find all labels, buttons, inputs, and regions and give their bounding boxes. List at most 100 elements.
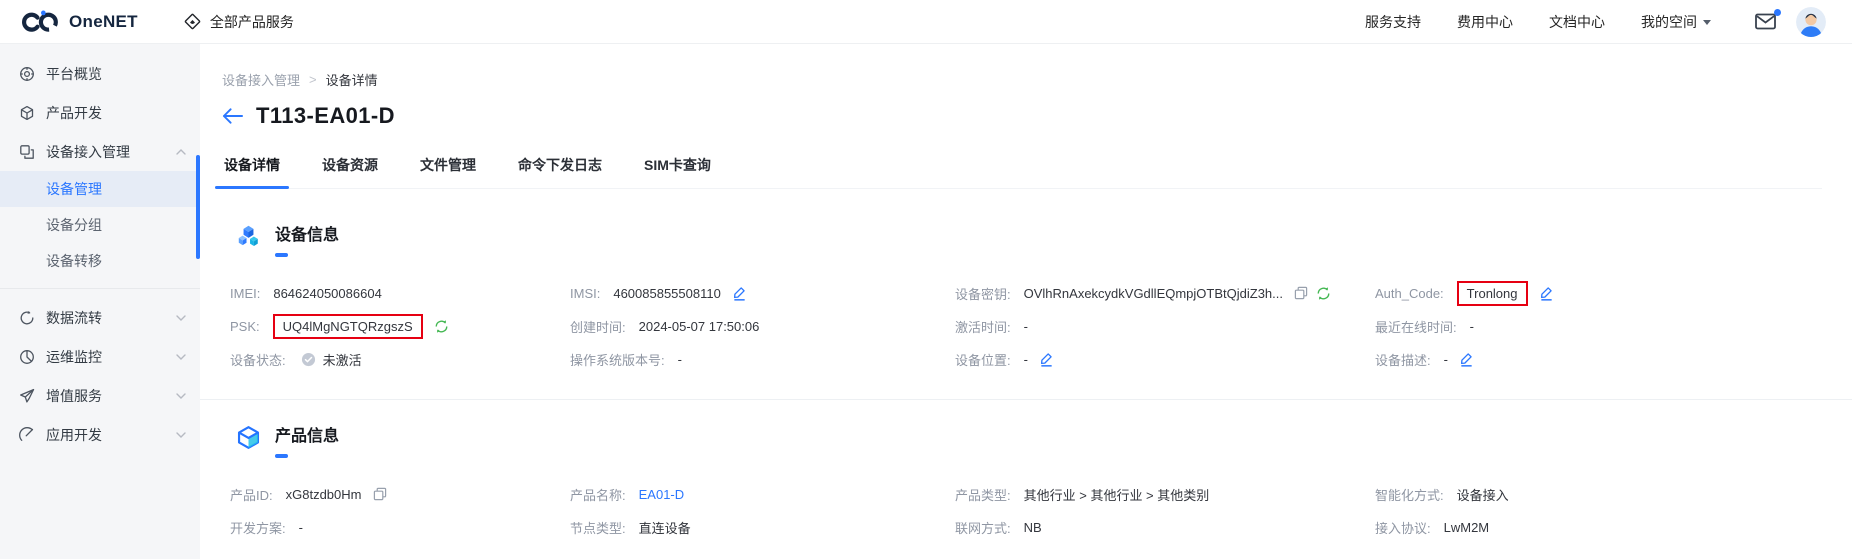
user-avatar[interactable] (1796, 6, 1826, 37)
field-os-version: 操作系统版本号: - (570, 351, 682, 368)
field-access-protocol: 接入协议: LwM2M (1375, 519, 1490, 536)
notification-dot (1774, 9, 1781, 16)
field-psk: PSK: UQ4lMgNGTQRzgszS (230, 313, 570, 339)
chevron-down-icon (176, 314, 186, 321)
title-row: T113-EA01-D (222, 101, 1822, 131)
edit-location-icon[interactable] (1039, 351, 1054, 367)
field-created-time: 创建时间: 2024-05-07 17:50:06 (570, 318, 760, 335)
device-info-fields: IMEI: 864624050086604 IMSI: 460085855508… (230, 280, 1822, 369)
refresh-secret-icon[interactable] (1316, 286, 1331, 301)
product-info-title: 产品信息 (275, 428, 340, 445)
breadcrumb-current: 设备详情 (325, 73, 378, 88)
sidebar-item-device-groups[interactable]: 设备分组 (0, 207, 200, 243)
sidebar-divider (0, 288, 200, 289)
field-product-id: 产品ID: xG8tzdb0Hm (230, 484, 570, 504)
breadcrumb-separator: > (309, 72, 317, 87)
sidebar-item-app-dev[interactable]: 应用开发 (0, 415, 200, 454)
nav-service-support[interactable]: 服务支持 (1365, 12, 1421, 32)
field-dev-plan: 开发方案: - (230, 519, 303, 536)
tab-sim-query[interactable]: SIM卡查询 (642, 155, 713, 188)
nav-billing-center[interactable]: 费用中心 (1457, 12, 1513, 32)
tab-file-management[interactable]: 文件管理 (418, 155, 478, 188)
top-nav: 服务支持 费用中心 文档中心 我的空间 (1365, 12, 1711, 32)
field-device-location: 设备位置: - (955, 349, 1375, 369)
onenet-logo[interactable]: OneNET (22, 10, 138, 34)
all-products-menu[interactable]: 全部产品服务 (184, 12, 294, 32)
field-last-online-time: 最近在线时间: - (1375, 318, 1474, 335)
section-divider (200, 399, 1852, 400)
top-icons (1755, 6, 1826, 37)
sidebar-item-data-flow[interactable]: 数据流转 (0, 298, 200, 337)
sidebar-item-value-services[interactable]: 增值服务 (0, 376, 200, 415)
tab-device-resources[interactable]: 设备资源 (320, 155, 380, 188)
auth-code-highlight: Tronlong (1456, 280, 1528, 306)
top-header: OneNET 全部产品服务 服务支持 费用中心 文档中心 我的空间 (0, 0, 1852, 44)
field-device-description: 设备描述: - (1375, 349, 1822, 369)
paper-plane-icon (20, 388, 35, 403)
copy-product-id-icon[interactable] (373, 487, 387, 501)
tab-device-details[interactable]: 设备详情 (215, 155, 289, 189)
field-smart-mode: 智能化方式: 设备接入 (1375, 487, 1509, 503)
field-product-name: 产品名称: EA01-D (570, 486, 685, 503)
mail-icon[interactable] (1755, 9, 1781, 30)
edit-auth-code-icon[interactable] (1539, 285, 1554, 301)
field-imsi: IMSI: 460085855508110 (570, 283, 955, 303)
field-imei: IMEI: 864624050086604 (230, 285, 382, 301)
nav-my-space[interactable]: 我的空间 (1641, 12, 1711, 32)
product-name-link[interactable]: EA01-D (639, 487, 685, 502)
section-title-dash (275, 253, 288, 257)
product-info-section: 产品信息 产品ID: xG8tzdb0Hm 产品名称: EA01-D 产品类型:… (222, 424, 1822, 537)
chevron-down-icon (176, 353, 186, 360)
field-node-type: 节点类型: 直连设备 (570, 520, 691, 536)
refresh-psk-icon[interactable] (434, 319, 449, 334)
cube-icon (20, 105, 34, 120)
sidebar: 平台概览 产品开发 设备接入管理 设备管理 设备分组 设备转移 数据流转 运维监… (0, 44, 200, 559)
sidebar-item-ops-monitor[interactable]: 运维监控 (0, 337, 200, 376)
device-info-cubes-icon (238, 225, 258, 247)
product-info-header: 产品信息 (222, 424, 1822, 458)
chevron-down-icon (1703, 20, 1711, 25)
product-info-cube-icon (237, 426, 260, 449)
status-badge: 未激活 (322, 352, 362, 368)
device-info-title: 设备信息 (275, 227, 340, 244)
section-title-dash (275, 454, 288, 458)
back-button[interactable] (222, 108, 243, 124)
products-diamond-icon (184, 13, 201, 30)
device-info-section: 设备信息 IMEI: 864624050086604 IMSI: 4600858… (222, 223, 1822, 369)
overview-icon (20, 66, 34, 81)
field-device-status: 设备状态: 未激活 (230, 349, 570, 369)
chevron-down-icon (176, 392, 186, 399)
breadcrumb-parent[interactable]: 设备接入管理 (222, 70, 300, 89)
nav-docs-center[interactable]: 文档中心 (1549, 12, 1605, 32)
status-inactive-icon (301, 352, 315, 366)
field-network-mode: 联网方式: NB (955, 519, 1042, 536)
data-flow-icon (20, 310, 34, 324)
sidebar-item-device-management[interactable]: 设备管理 (0, 171, 200, 207)
psk-highlight: UQ4lMgNGTQRzgszS (272, 313, 423, 339)
breadcrumb: 设备接入管理 > 设备详情 (222, 70, 1822, 89)
edit-imsi-icon[interactable] (732, 285, 747, 301)
device-access-icon (20, 144, 34, 159)
chevron-up-icon (176, 148, 186, 155)
onenet-logo-icon (22, 10, 58, 32)
field-product-type: 产品类型: 其他行业 > 其他行业 > 其他类别 (955, 487, 1210, 503)
main-content: 设备接入管理 > 设备详情 T113-EA01-D 设备详情 设备资源 文件管理… (200, 44, 1852, 559)
all-products-label: 全部产品服务 (209, 13, 294, 30)
logo-text: OneNET (69, 11, 138, 31)
sidebar-item-product-dev[interactable]: 产品开发 (0, 93, 200, 132)
app-dev-icon (19, 426, 34, 441)
product-info-fields: 产品ID: xG8tzdb0Hm 产品名称: EA01-D 产品类型: 其他行业… (230, 484, 1822, 537)
field-activated-time: 激活时间: - (955, 318, 1028, 335)
copy-secret-icon[interactable] (1294, 286, 1308, 300)
field-auth-code: Auth_Code: Tronlong (1375, 280, 1822, 306)
sidebar-item-device-access[interactable]: 设备接入管理 (0, 132, 200, 171)
chevron-down-icon (176, 431, 186, 438)
field-device-secret: 设备密钥: OVlhRnAxekcydkVGdllEQmpjOTBtQjdiZ3… (955, 283, 1375, 303)
pie-chart-icon (20, 349, 34, 364)
edit-description-icon[interactable] (1459, 351, 1474, 367)
sidebar-item-device-transfer[interactable]: 设备转移 (0, 243, 200, 279)
back-arrow-icon (222, 108, 243, 124)
tab-command-log[interactable]: 命令下发日志 (516, 155, 604, 188)
device-info-header: 设备信息 (222, 223, 1822, 257)
sidebar-item-platform-overview[interactable]: 平台概览 (0, 54, 200, 93)
